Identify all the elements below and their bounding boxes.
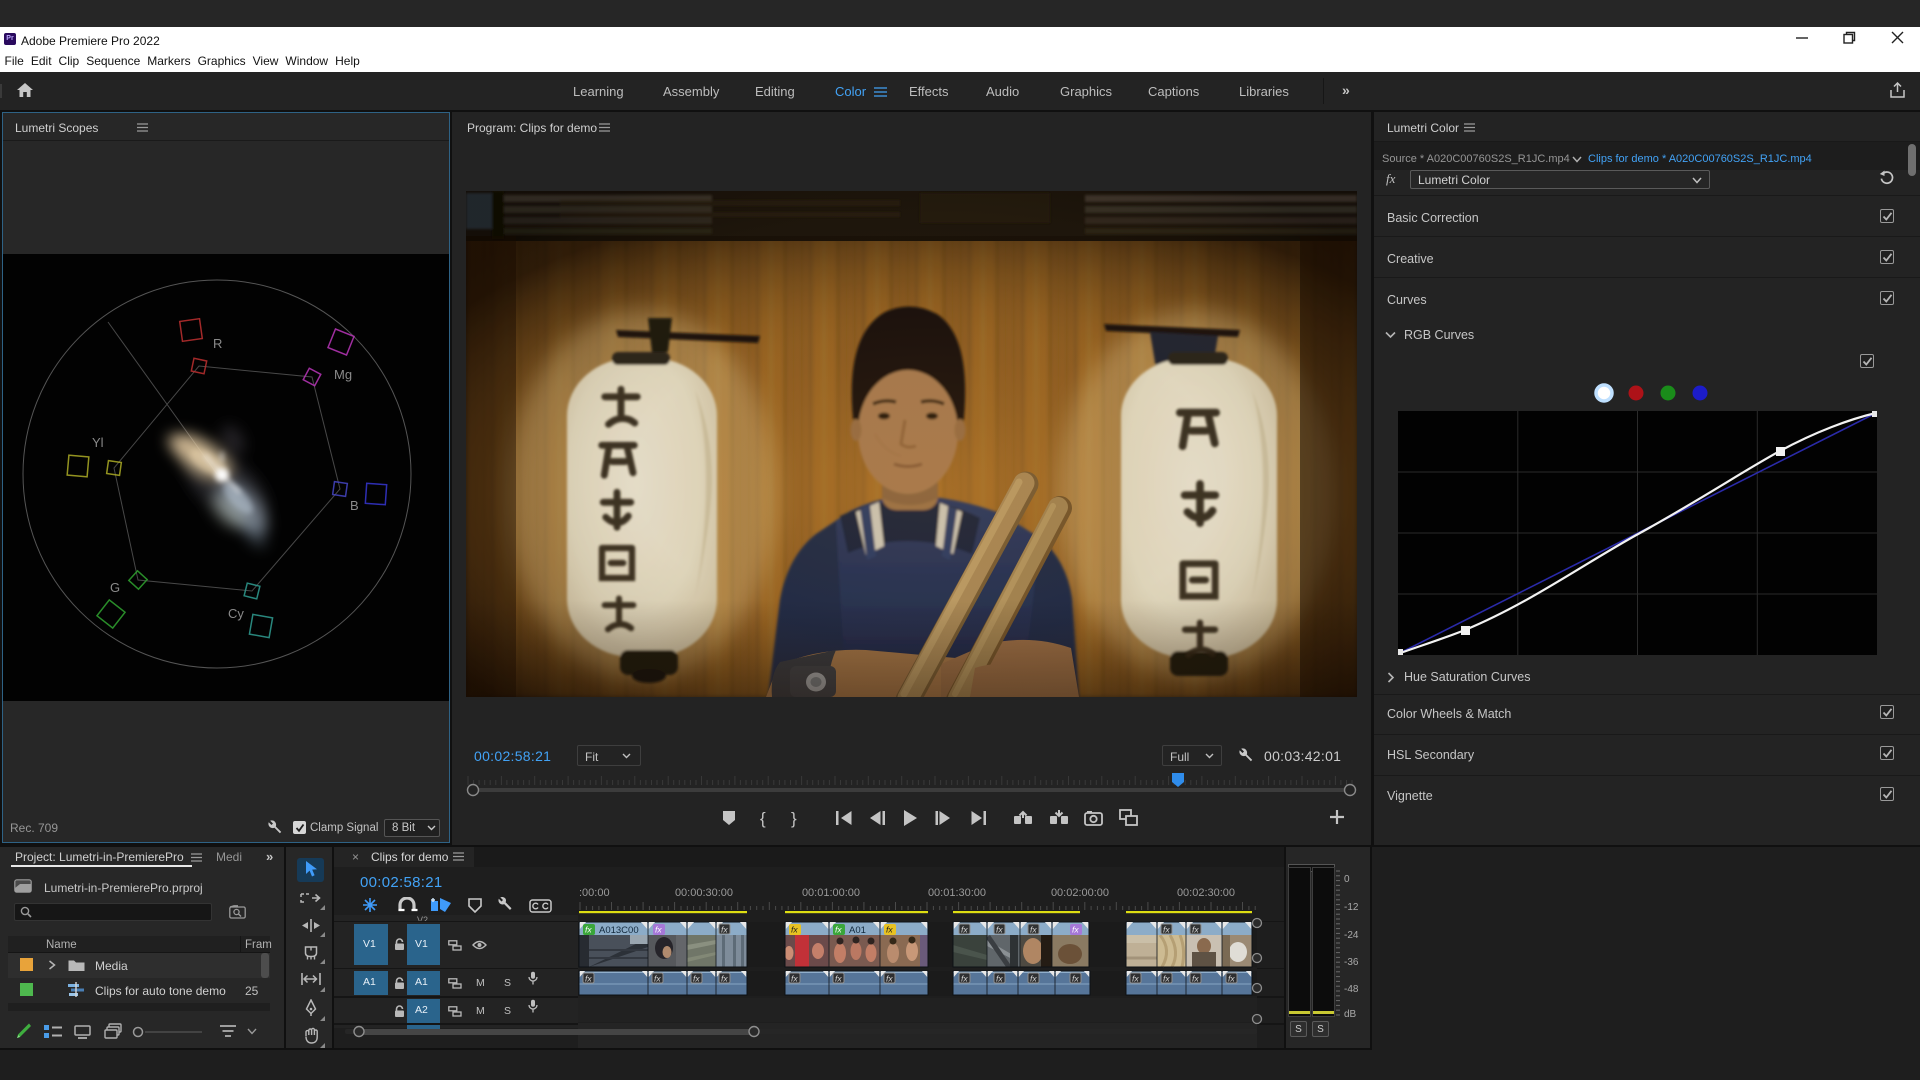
svg-text:R: R — [213, 336, 222, 351]
svg-text:fx: fx — [1132, 974, 1139, 984]
svg-text:fx: fx — [791, 925, 798, 935]
svg-text:fx: fx — [1163, 925, 1170, 935]
svg-text:fx: fx — [835, 925, 842, 935]
svg-text:0: 0 — [1344, 874, 1350, 885]
svg-text:fx: fx — [585, 974, 592, 984]
svg-text:fx: fx — [835, 974, 842, 984]
svg-text:fx: fx — [886, 974, 893, 984]
svg-text:fx: fx — [721, 974, 728, 984]
svg-text:fx: fx — [886, 925, 893, 935]
svg-text::00:00: :00:00 — [579, 887, 610, 899]
svg-text:fx: fx — [655, 925, 662, 935]
svg-text:fx: fx — [791, 974, 798, 984]
svg-text:fx: fx — [1192, 925, 1199, 935]
svg-text:-24: -24 — [1344, 930, 1359, 941]
svg-text:dB: dB — [1344, 1009, 1357, 1019]
svg-text:fx: fx — [654, 974, 661, 984]
svg-text:Cy: Cy — [228, 606, 244, 621]
svg-text:Mg: Mg — [334, 367, 352, 382]
svg-text:fx: fx — [996, 925, 1003, 935]
svg-text:00:00:30:00: 00:00:30:00 — [675, 887, 733, 899]
svg-text:fx: fx — [1192, 974, 1199, 984]
svg-text:-48: -48 — [1344, 984, 1359, 995]
svg-text:B: B — [350, 498, 359, 513]
svg-text:fx: fx — [961, 925, 968, 935]
svg-text:fx: fx — [1030, 925, 1037, 935]
svg-text:-36: -36 — [1344, 957, 1359, 968]
svg-text:fx: fx — [1072, 974, 1079, 984]
svg-text:00:02:00:00: 00:02:00:00 — [1051, 887, 1109, 899]
svg-text:A01: A01 — [849, 925, 866, 936]
svg-text:fx: fx — [693, 974, 700, 984]
svg-text:G: G — [110, 580, 120, 595]
svg-text:fx: fx — [996, 974, 1003, 984]
svg-text:fx: fx — [1163, 974, 1170, 984]
svg-text:00:02:30:00: 00:02:30:00 — [1177, 887, 1235, 899]
svg-text:fx: fx — [1072, 925, 1079, 935]
svg-text:{: { — [760, 809, 766, 828]
svg-text:}: } — [791, 809, 797, 828]
svg-text:A013C00: A013C00 — [599, 925, 639, 936]
svg-text:fx: fx — [961, 974, 968, 984]
svg-text:-12: -12 — [1344, 902, 1359, 913]
svg-text:00:01:30:00: 00:01:30:00 — [928, 887, 986, 899]
svg-text:fx: fx — [1228, 974, 1235, 984]
svg-text:fx: fx — [721, 925, 728, 935]
svg-text:00:01:00:00: 00:01:00:00 — [802, 887, 860, 899]
svg-text:Yl: Yl — [92, 435, 104, 450]
svg-text:fx: fx — [585, 925, 592, 935]
svg-text:fx: fx — [1030, 974, 1037, 984]
